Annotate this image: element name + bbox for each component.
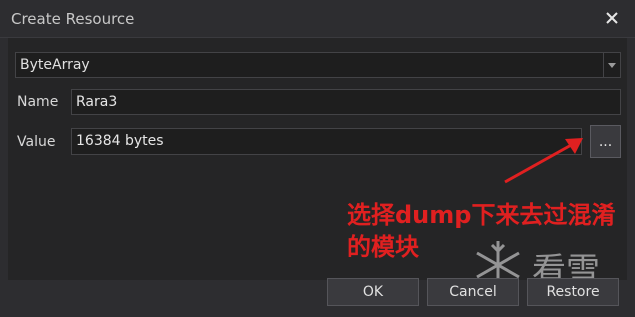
close-button[interactable] (601, 7, 623, 29)
title-bar: Create Resource (0, 0, 635, 38)
cancel-button[interactable]: Cancel (427, 278, 519, 306)
dropdown-arrow[interactable] (603, 53, 620, 77)
close-icon (606, 12, 618, 24)
ok-button[interactable]: OK (327, 278, 419, 306)
name-label: Name (17, 94, 59, 110)
value-label: Value (17, 134, 56, 150)
dialog-title: Create Resource (11, 10, 135, 28)
create-resource-dialog: Create Resource ByteArray Name Rara3 Val… (0, 0, 635, 317)
browse-button[interactable]: ... (590, 125, 621, 158)
resource-type-select[interactable]: ByteArray (15, 52, 621, 78)
restore-button[interactable]: Restore (527, 278, 619, 306)
annotation-arrow (504, 138, 583, 184)
resource-type-value: ByteArray (20, 57, 90, 73)
name-input[interactable]: Rara3 (71, 89, 621, 115)
chevron-down-icon (608, 62, 616, 68)
